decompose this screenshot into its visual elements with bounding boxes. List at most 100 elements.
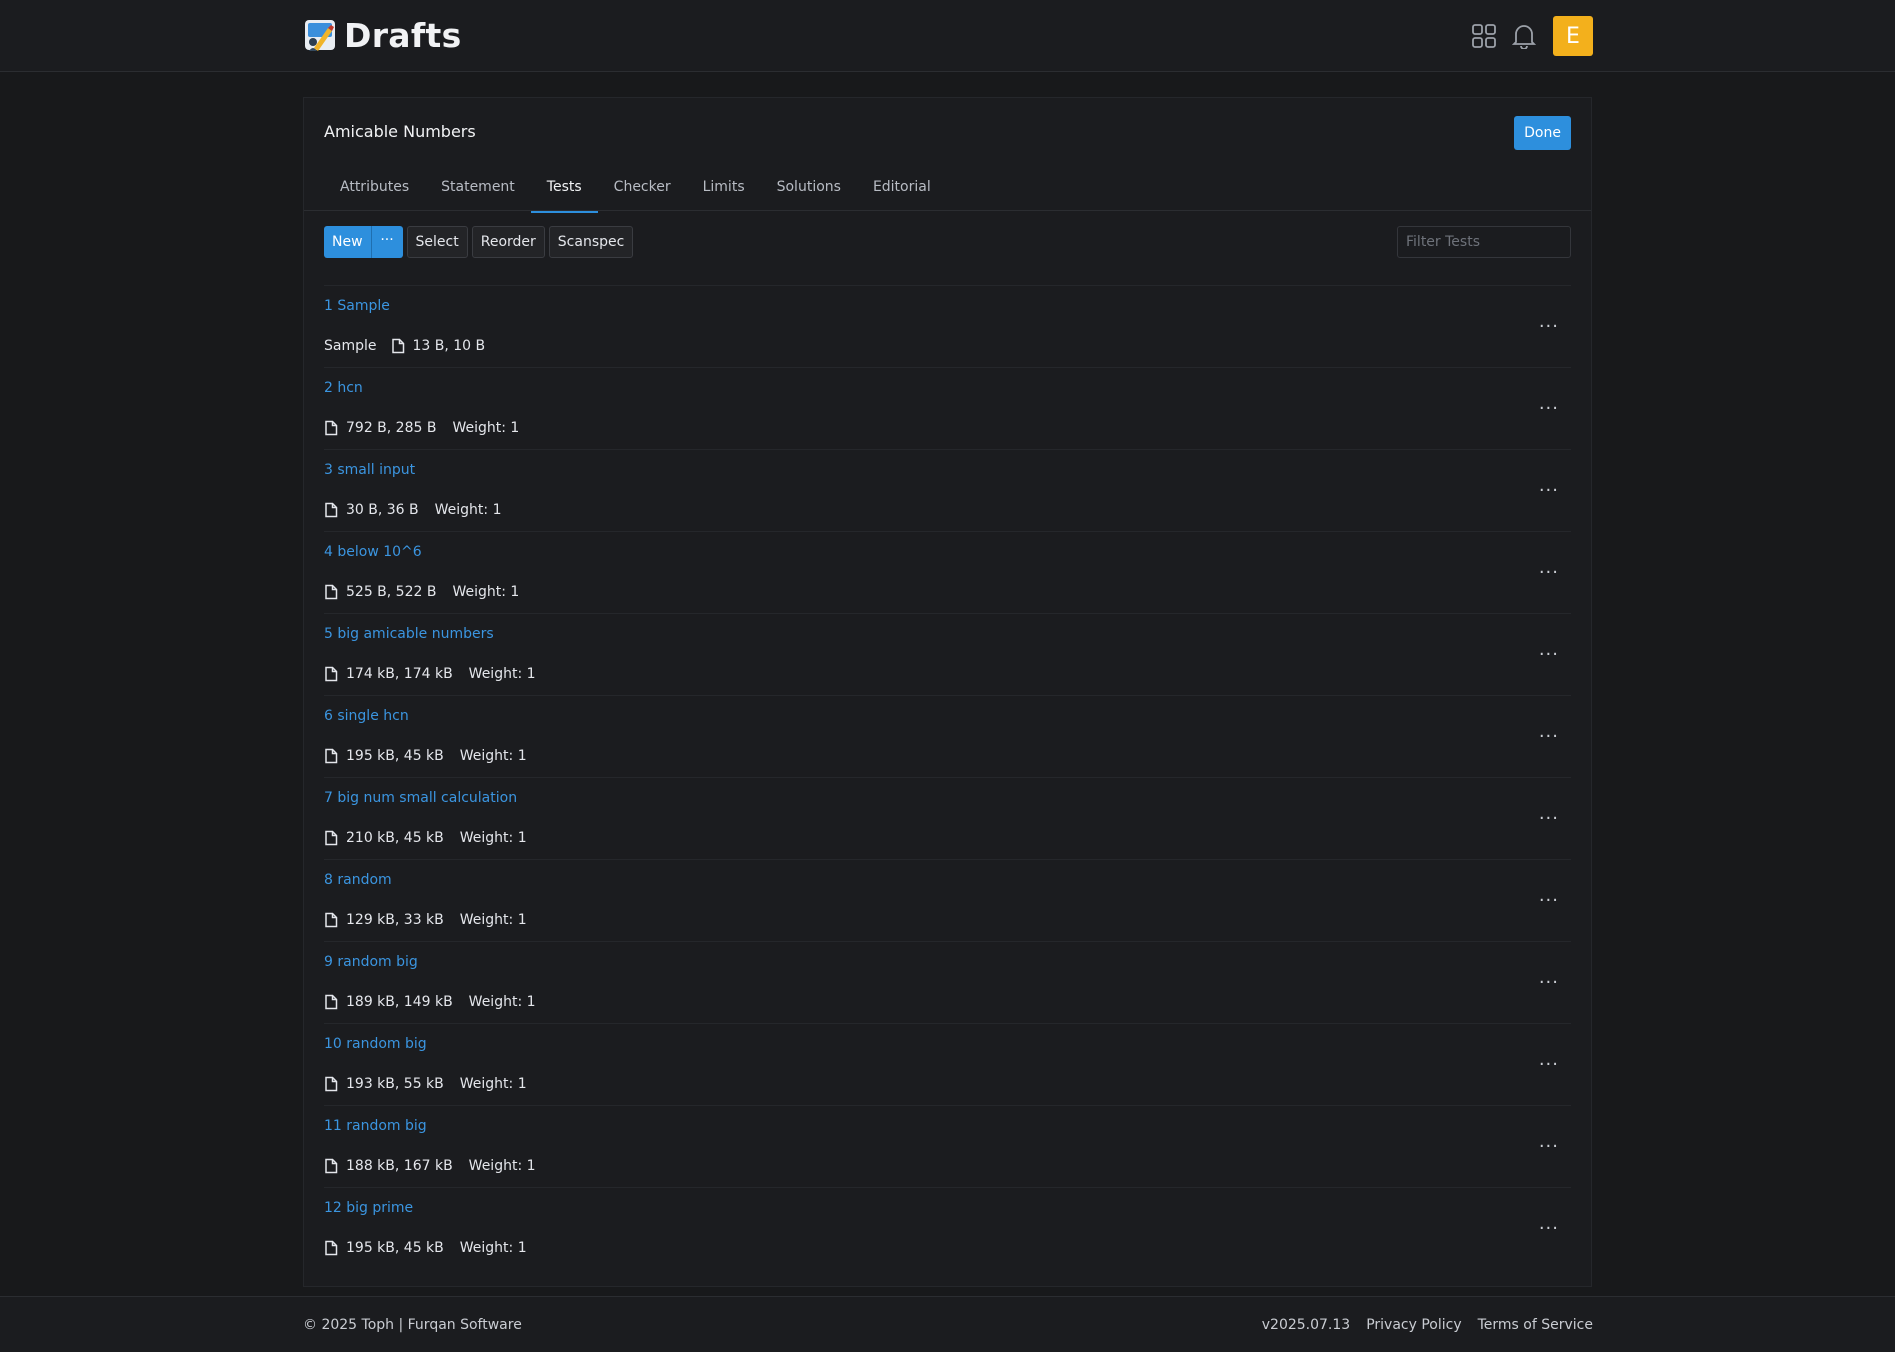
test-options-button[interactable]: ··· <box>1539 1218 1559 1239</box>
test-name-link[interactable]: 1 Sample <box>324 298 390 314</box>
tab-solutions[interactable]: Solutions <box>761 178 857 210</box>
avatar[interactable]: E <box>1553 16 1593 56</box>
test-options-button[interactable]: ··· <box>1539 644 1559 665</box>
test-meta: 174 kB, 174 kB Weight: 1 <box>324 666 536 682</box>
test-options-button[interactable]: ··· <box>1539 808 1559 829</box>
tabs: Attributes Statement Tests Checker Limit… <box>324 178 947 213</box>
apps-grid-icon[interactable] <box>1469 21 1499 51</box>
tab-tests[interactable]: Tests <box>530 178 598 213</box>
sample-label: Sample <box>324 338 377 354</box>
tab-checker[interactable]: Checker <box>598 178 687 210</box>
test-meta: 195 kB, 45 kB Weight: 1 <box>324 748 527 764</box>
test-name-link[interactable]: 5 big amicable numbers <box>324 626 494 642</box>
test-row: 10 random big 193 kB, 55 kB Weight: 1 ··· <box>324 1023 1571 1105</box>
test-meta: 129 kB, 33 kB Weight: 1 <box>324 912 527 928</box>
test-weight: Weight: 1 <box>468 994 536 1010</box>
new-test-button[interactable]: New <box>324 226 371 258</box>
test-sizes: 188 kB, 167 kB <box>346 1158 453 1174</box>
test-meta: 195 kB, 45 kB Weight: 1 <box>324 1240 527 1256</box>
file-icon <box>324 1158 338 1174</box>
new-button-group: New ··· <box>324 226 403 258</box>
problem-card: Amicable Numbers Done Attributes Stateme… <box>303 97 1592 1287</box>
file-icon <box>324 912 338 928</box>
test-row: 11 random big 188 kB, 167 kB Weight: 1 ··· <box>324 1105 1571 1187</box>
brand-name: Drafts <box>344 16 462 55</box>
test-options-button[interactable]: ··· <box>1539 1136 1559 1157</box>
bell-icon[interactable] <box>1509 21 1539 51</box>
file-icon <box>324 420 338 436</box>
test-options-button[interactable]: ··· <box>1539 316 1559 337</box>
test-meta: 30 B, 36 B Weight: 1 <box>324 502 502 518</box>
test-options-button[interactable]: ··· <box>1539 890 1559 911</box>
test-row: 8 random 129 kB, 33 kB Weight: 1 ··· <box>324 859 1571 941</box>
test-options-button[interactable]: ··· <box>1539 726 1559 747</box>
tests-list: 1 Sample Sample 13 B, 10 B ··· 2 hcn 792 B, 2… <box>324 285 1571 1269</box>
test-weight: Weight: 1 <box>452 584 520 600</box>
test-options-button[interactable]: ··· <box>1539 1054 1559 1075</box>
page-title: Amicable Numbers <box>324 122 476 141</box>
select-button[interactable]: Select <box>406 226 468 258</box>
test-meta: 525 B, 522 B Weight: 1 <box>324 584 519 600</box>
privacy-policy-link[interactable]: Privacy Policy <box>1366 1317 1461 1333</box>
test-meta: 210 kB, 45 kB Weight: 1 <box>324 830 527 846</box>
test-name-link[interactable]: 8 random <box>324 872 392 888</box>
test-name-link[interactable]: 11 random big <box>324 1118 427 1134</box>
test-meta: Sample 13 B, 10 B <box>324 338 485 354</box>
brand[interactable]: Drafts <box>304 16 462 55</box>
test-name-link[interactable]: 3 small input <box>324 462 415 478</box>
reorder-button[interactable]: Reorder <box>471 226 545 258</box>
test-name-link[interactable]: 12 big prime <box>324 1200 413 1216</box>
test-name-link[interactable]: 9 random big <box>324 954 418 970</box>
file-icon <box>324 1240 338 1256</box>
test-sizes: 210 kB, 45 kB <box>346 830 444 846</box>
test-weight: Weight: 1 <box>459 748 527 764</box>
test-weight: Weight: 1 <box>459 1076 527 1092</box>
test-weight: Weight: 1 <box>459 912 527 928</box>
test-options-button[interactable]: ··· <box>1539 480 1559 501</box>
test-sizes: 195 kB, 45 kB <box>346 1240 444 1256</box>
tab-limits[interactable]: Limits <box>687 178 761 210</box>
file-icon <box>391 338 405 354</box>
test-meta: 193 kB, 55 kB Weight: 1 <box>324 1076 527 1092</box>
top-navbar: Drafts E <box>0 0 1895 72</box>
test-options-button[interactable]: ··· <box>1539 398 1559 419</box>
file-icon <box>324 1076 338 1092</box>
test-sizes: 129 kB, 33 kB <box>346 912 444 928</box>
test-meta: 188 kB, 167 kB Weight: 1 <box>324 1158 536 1174</box>
tab-attributes[interactable]: Attributes <box>324 178 425 210</box>
test-options-button[interactable]: ··· <box>1539 562 1559 583</box>
test-options-button[interactable]: ··· <box>1539 972 1559 993</box>
test-name-link[interactable]: 6 single hcn <box>324 708 409 724</box>
test-sizes: 189 kB, 149 kB <box>346 994 453 1010</box>
file-icon <box>324 994 338 1010</box>
test-weight: Weight: 1 <box>459 1240 527 1256</box>
test-weight: Weight: 1 <box>468 1158 536 1174</box>
scanspec-button[interactable]: Scanspec <box>548 226 634 258</box>
tab-statement[interactable]: Statement <box>425 178 531 210</box>
test-name-link[interactable]: 4 below 10^6 <box>324 544 422 560</box>
tabs-divider <box>304 210 1591 211</box>
test-sizes: 195 kB, 45 kB <box>346 748 444 764</box>
file-icon <box>324 748 338 764</box>
test-sizes: 525 B, 522 B <box>346 584 437 600</box>
done-button[interactable]: Done <box>1514 116 1571 150</box>
file-icon <box>324 666 338 682</box>
test-meta: 189 kB, 149 kB Weight: 1 <box>324 994 536 1010</box>
test-name-link[interactable]: 7 big num small calculation <box>324 790 517 806</box>
test-sizes: 30 B, 36 B <box>346 502 419 518</box>
tab-editorial[interactable]: Editorial <box>857 178 947 210</box>
test-row: 1 Sample Sample 13 B, 10 B ··· <box>324 285 1571 367</box>
test-row: 2 hcn 792 B, 285 B Weight: 1 ··· <box>324 367 1571 449</box>
filter-tests-input[interactable] <box>1397 226 1571 258</box>
test-weight: Weight: 1 <box>468 666 536 682</box>
test-weight: Weight: 1 <box>434 502 502 518</box>
footer-links: v2025.07.13 Privacy Policy Terms of Serv… <box>1246 1317 1593 1333</box>
terms-of-service-link[interactable]: Terms of Service <box>1478 1317 1593 1333</box>
test-row: 5 big amicable numbers 174 kB, 174 kB Weig… <box>324 613 1571 695</box>
test-name-link[interactable]: 10 random big <box>324 1036 427 1052</box>
test-name-link[interactable]: 2 hcn <box>324 380 363 396</box>
tests-toolbar: New ··· Select Reorder Scanspec <box>324 226 634 258</box>
new-options-button[interactable]: ··· <box>370 226 403 258</box>
test-meta: 792 B, 285 B Weight: 1 <box>324 420 519 436</box>
test-sizes: 13 B, 10 B <box>412 338 486 354</box>
